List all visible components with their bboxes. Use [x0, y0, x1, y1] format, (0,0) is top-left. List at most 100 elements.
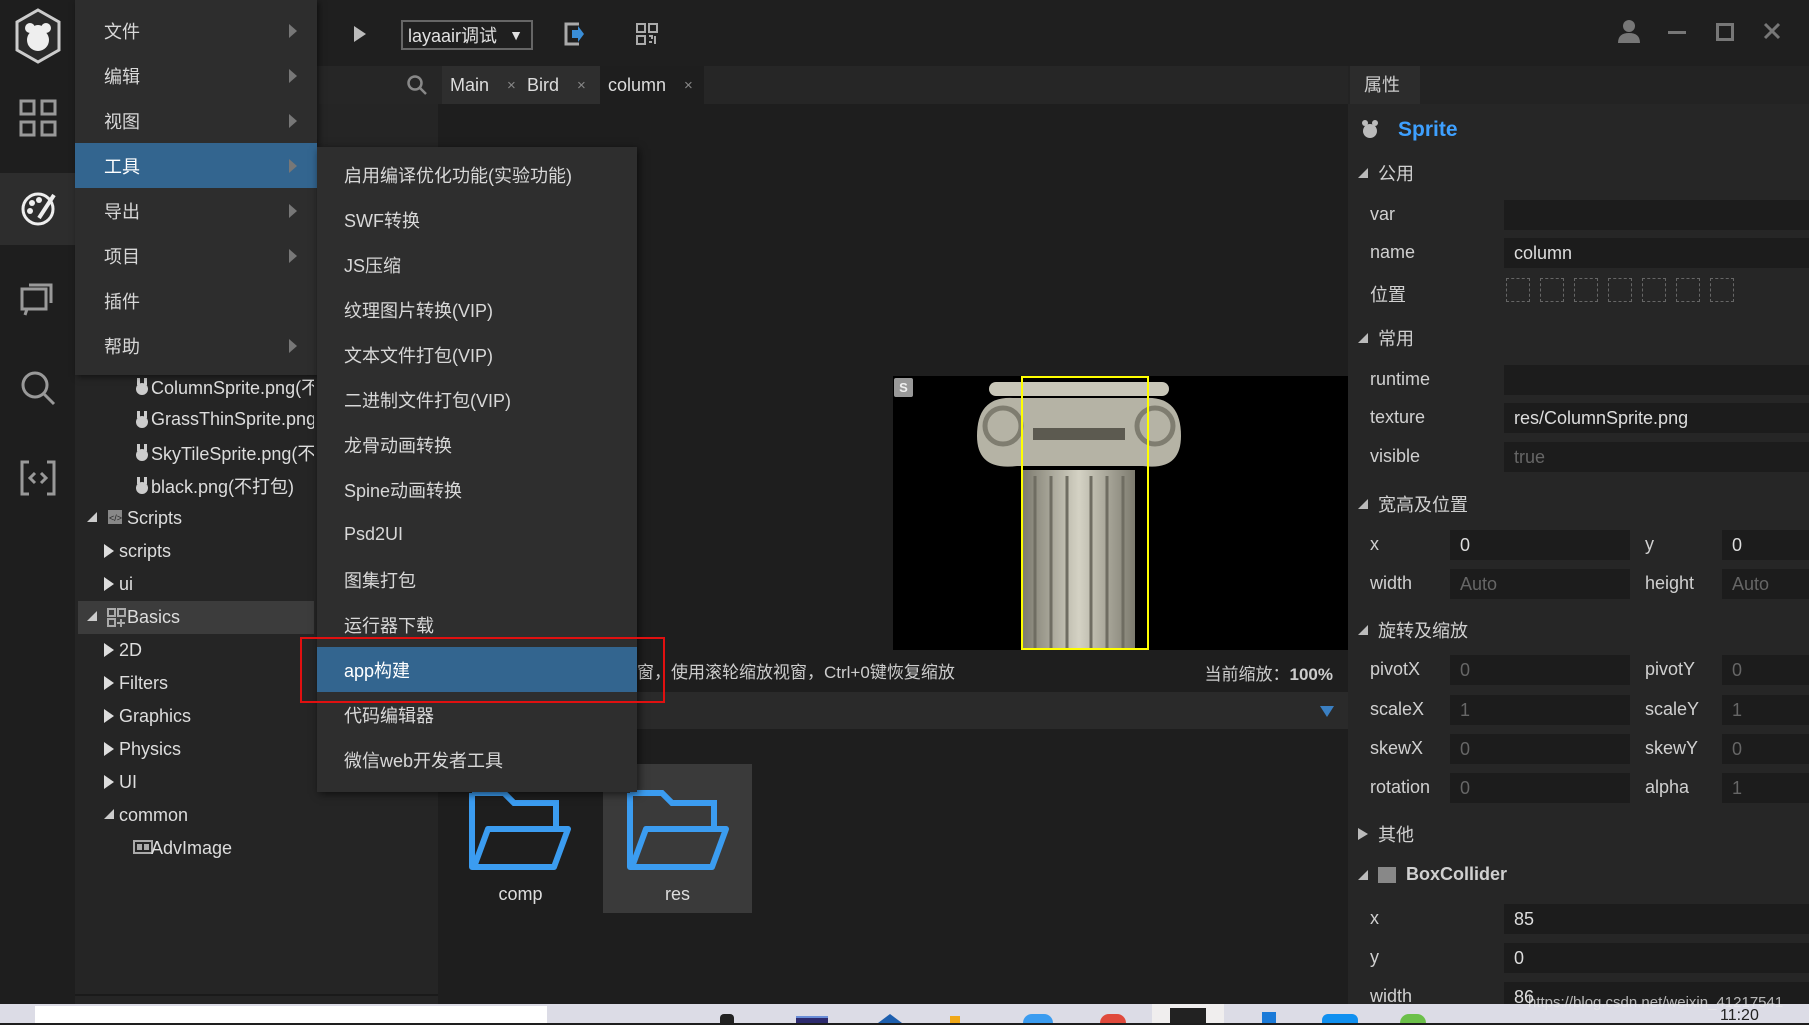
taskbar-app-icon[interactable]: [950, 1016, 960, 1023]
prop-input[interactable]: 0: [1722, 655, 1809, 685]
taskbar-app-icon[interactable]: [1023, 1014, 1053, 1023]
align-top-right-icon[interactable]: [1540, 278, 1564, 302]
tree-item[interactable]: AdvImage: [78, 832, 314, 865]
collapsed-arrow-icon[interactable]: [104, 775, 114, 789]
prop-input[interactable]: column: [1504, 238, 1809, 268]
prop-input[interactable]: 0: [1450, 734, 1630, 764]
prop-input[interactable]: 0: [1504, 943, 1809, 973]
submenu-item[interactable]: 纹理图片转换(VIP): [317, 287, 637, 332]
section-boxcollider[interactable]: BoxCollider: [1358, 864, 1507, 885]
run-config-dropdown[interactable]: layaair调试 ▼: [401, 20, 533, 50]
chat-window-icon[interactable]: [0, 262, 75, 334]
collider-enabled-checkbox[interactable]: [1378, 866, 1396, 883]
tree-item[interactable]: Filters: [78, 667, 314, 700]
menu-item-7[interactable]: 帮助: [75, 323, 317, 368]
prop-input[interactable]: true: [1504, 442, 1809, 472]
taskbar-app-icon[interactable]: [796, 1016, 828, 1023]
collapsed-arrow-icon[interactable]: [104, 577, 114, 591]
scene-canvas[interactable]: S: [893, 376, 1348, 650]
submenu-item[interactable]: 文本文件打包(VIP): [317, 332, 637, 377]
expanded-arrow-icon[interactable]: [87, 512, 97, 522]
section-usual[interactable]: 常用: [1358, 325, 1414, 351]
taskbar-app-icon[interactable]: [1400, 1014, 1426, 1023]
menu-item-6[interactable]: 插件: [75, 278, 317, 323]
prop-input[interactable]: 0: [1722, 530, 1809, 560]
tree-item[interactable]: scripts: [78, 535, 314, 568]
tab-bird[interactable]: Bird ×: [519, 66, 600, 104]
center-vertical-icon[interactable]: [1676, 278, 1700, 302]
submenu-item[interactable]: 二进制文件打包(VIP): [317, 377, 637, 422]
collapsed-arrow-icon[interactable]: [104, 709, 114, 723]
section-size[interactable]: 宽高及位置: [1358, 491, 1468, 517]
align-bottom-right-icon[interactable]: [1608, 278, 1632, 302]
prop-input[interactable]: 1: [1722, 695, 1809, 725]
menu-item-2[interactable]: 视图: [75, 98, 317, 143]
section-other[interactable]: 其他: [1358, 821, 1414, 847]
tree-item[interactable]: </> Scripts: [78, 502, 314, 535]
align-bottom-left-icon[interactable]: [1574, 278, 1598, 302]
submenu-item[interactable]: 启用编译优化功能(实验功能): [317, 152, 637, 197]
tree-item[interactable]: black.png(不打包): [78, 469, 314, 502]
tab-main[interactable]: Main ×: [442, 66, 519, 104]
tab-column[interactable]: column ×: [600, 66, 704, 104]
search-icon[interactable]: [0, 352, 75, 424]
components-grid-icon[interactable]: [0, 82, 75, 154]
taskbar-active-app[interactable]: [1152, 1004, 1224, 1023]
submenu-item[interactable]: Psd2UI: [317, 512, 637, 557]
prop-input[interactable]: 0: [1450, 655, 1630, 685]
expanded-arrow-icon[interactable]: [104, 809, 114, 819]
close-tab-icon[interactable]: ×: [577, 77, 586, 94]
menu-item-0[interactable]: 文件: [75, 8, 317, 53]
menu-item-3[interactable]: 工具: [75, 143, 317, 188]
prop-input[interactable]: [1504, 200, 1809, 230]
close-tab-icon[interactable]: ×: [684, 77, 693, 94]
prop-input[interactable]: res/ColumnSprite.png: [1504, 403, 1809, 433]
align-top-left-icon[interactable]: [1506, 278, 1530, 302]
prop-input[interactable]: Auto: [1722, 569, 1809, 599]
tree-item[interactable]: common: [78, 799, 314, 832]
prop-input[interactable]: 1: [1722, 773, 1809, 803]
taskbar-app-icon[interactable]: [1100, 1014, 1126, 1023]
export-icon[interactable]: [563, 22, 585, 51]
prop-input[interactable]: Auto: [1450, 569, 1630, 599]
tree-item[interactable]: 2D: [78, 634, 314, 667]
taskbar-app-icon[interactable]: [1322, 1014, 1358, 1023]
design-palette-icon[interactable]: [0, 173, 75, 245]
prop-input[interactable]: 85: [1504, 904, 1809, 934]
close-window-button[interactable]: [1762, 21, 1782, 46]
play-button[interactable]: [352, 24, 368, 49]
close-tab-icon[interactable]: ×: [507, 77, 516, 94]
tree-item[interactable]: Physics: [78, 733, 314, 766]
maximize-button[interactable]: [1716, 23, 1734, 41]
tree-item[interactable]: SkyTileSprite.png(不: [78, 436, 314, 469]
menu-item-4[interactable]: 导出: [75, 188, 317, 233]
center-horizontal-icon[interactable]: [1642, 278, 1666, 302]
taskbar-search-box[interactable]: [35, 1006, 547, 1023]
collapsed-arrow-icon[interactable]: [104, 544, 114, 558]
prop-input[interactable]: 1: [1450, 695, 1630, 725]
collapse-arrow-icon[interactable]: [1320, 706, 1334, 717]
section-common[interactable]: 公用: [1358, 160, 1414, 186]
submenu-item[interactable]: SWF转换: [317, 197, 637, 242]
code-icon[interactable]: [0, 442, 75, 514]
tree-item[interactable]: ui: [78, 568, 314, 601]
qrcode-icon[interactable]: [636, 23, 658, 50]
search-icon[interactable]: [407, 75, 427, 100]
submenu-item[interactable]: Spine动画转换: [317, 467, 637, 512]
section-transform[interactable]: 旋转及缩放: [1358, 617, 1468, 643]
expanded-arrow-icon[interactable]: [87, 611, 97, 621]
tree-item[interactable]: Basics: [78, 601, 314, 634]
user-account-icon[interactable]: [1617, 18, 1641, 49]
taskbar-app-icon[interactable]: [1262, 1012, 1276, 1023]
minimize-button[interactable]: [1668, 31, 1686, 34]
prop-input[interactable]: 0: [1450, 530, 1630, 560]
menu-item-1[interactable]: 编辑: [75, 53, 317, 98]
taskbar-app-icon[interactable]: [720, 1014, 734, 1023]
submenu-item[interactable]: JS压缩: [317, 242, 637, 287]
submenu-item[interactable]: 微信web开发者工具: [317, 737, 637, 782]
tree-item[interactable]: GrassThinSprite.png: [78, 403, 314, 436]
prop-input[interactable]: 0: [1450, 773, 1630, 803]
submenu-item[interactable]: 龙骨动画转换: [317, 422, 637, 467]
prop-input[interactable]: [1504, 365, 1809, 395]
submenu-item[interactable]: 图集打包: [317, 557, 637, 602]
